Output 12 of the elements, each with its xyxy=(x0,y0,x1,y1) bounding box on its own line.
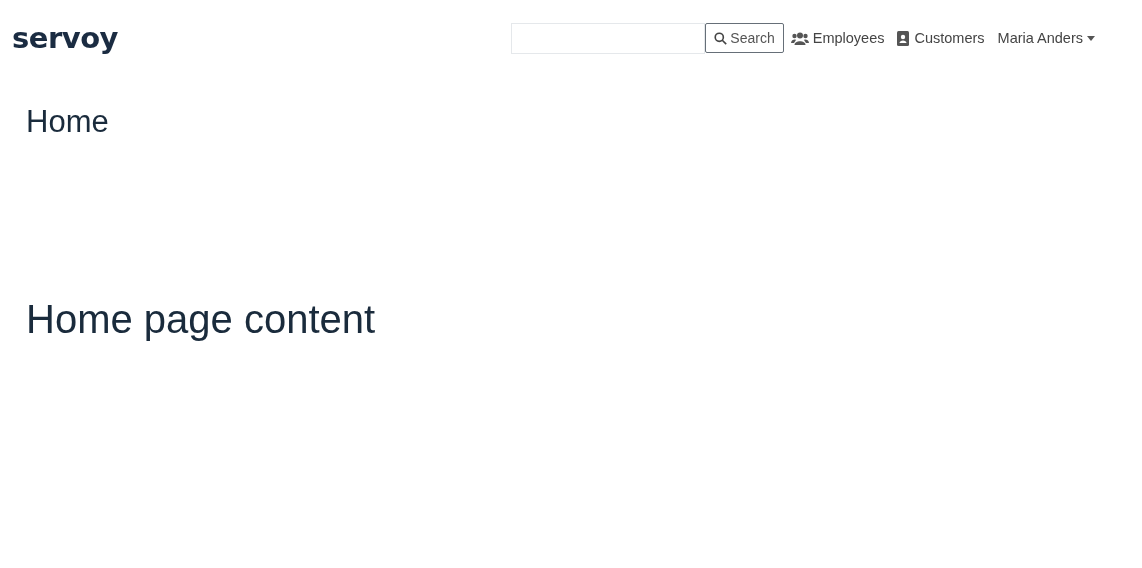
caret-icon xyxy=(1087,35,1095,41)
nav-link[interactable]: Customers xyxy=(897,30,985,46)
page-content: Home page content xyxy=(26,297,377,342)
contact-card-icon xyxy=(897,30,911,46)
user-menu[interactable]: Maria Anders xyxy=(997,30,1095,46)
search-field[interactable] xyxy=(511,22,706,54)
search-icon xyxy=(714,31,728,45)
nav-link[interactable]: Employees xyxy=(790,30,885,46)
people-icon xyxy=(790,31,809,45)
logo[interactable]: servoy xyxy=(12,21,118,55)
search-button[interactable]: Search xyxy=(705,23,784,53)
page-title: Home xyxy=(26,104,110,140)
